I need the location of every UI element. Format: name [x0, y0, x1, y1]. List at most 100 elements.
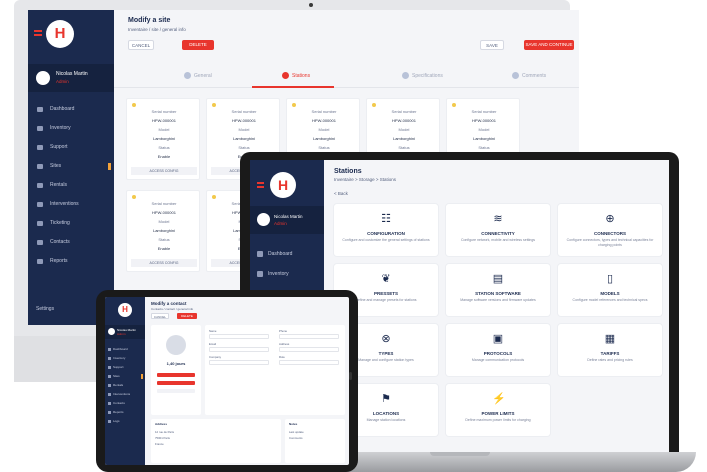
- desktop-sidebar: H Nicolas Martin Admin Dashboard Invento…: [28, 10, 114, 325]
- nav-item-inventory[interactable]: Inventory: [250, 264, 324, 284]
- tile-description: Manage communication protocols: [471, 358, 525, 362]
- step-label: Specifications: [412, 72, 443, 79]
- nav-item-inventory[interactable]: Inventory: [105, 354, 145, 363]
- settings-tile[interactable]: ⊕ CONNECTORS Configure connectors, types a…: [558, 204, 662, 256]
- user-name: Nicolas Martin: [274, 214, 303, 219]
- nav-item-support[interactable]: Support: [28, 138, 114, 157]
- station-card-field: Serial number: [311, 109, 337, 114]
- tile-icon: ▯: [606, 273, 614, 285]
- tile-description: Manage software versions and firmware up…: [460, 298, 536, 302]
- cancel-button[interactable]: CANCEL: [128, 40, 154, 50]
- profile-action-bar[interactable]: [157, 373, 195, 377]
- tile-icon: ⚑: [381, 393, 391, 405]
- nav-item-interventions[interactable]: Interventions: [105, 390, 145, 399]
- brand-logo[interactable]: H: [118, 303, 132, 317]
- laptop-main: Stations Inventaire > Storage > Stations…: [324, 160, 669, 455]
- nav-item-interventions[interactable]: Interventions: [28, 195, 114, 214]
- save-continue-button[interactable]: SAVE AND CONTINUE: [524, 40, 574, 50]
- breadcrumb[interactable]: Inventaire / site / general info: [128, 27, 186, 32]
- tile-title: POWER LIMITS: [481, 411, 515, 416]
- page-title: Stations: [334, 168, 362, 175]
- contact-form: Name Email Company Phone Address Role: [205, 325, 345, 415]
- tile-description: Configure network, mobile and wireless s…: [460, 238, 536, 242]
- brand-logo[interactable]: H: [270, 172, 296, 198]
- nav-item-reports[interactable]: Reports: [105, 408, 145, 417]
- breadcrumb[interactable]: Contacts / contact / general info: [151, 307, 193, 311]
- nav-item-inventory[interactable]: Inventory: [28, 119, 114, 138]
- menu-icon[interactable]: [257, 182, 264, 188]
- delete-button[interactable]: DELETE: [177, 313, 197, 319]
- settings-tile[interactable]: ▯ MODELS Configure model references and te…: [558, 264, 662, 316]
- nav-item-ticketing[interactable]: Ticketing: [28, 214, 114, 233]
- company-field[interactable]: [209, 360, 269, 365]
- station-card-field: Status: [158, 145, 170, 150]
- settings-tile[interactable]: ▣ PROTOCOLS Manage communication protocols: [446, 324, 550, 376]
- step-comments[interactable]: Comments: [512, 72, 546, 79]
- station-card-field: HPW-000001: [312, 118, 336, 123]
- form-label: Name: [209, 329, 217, 333]
- nav-item-settings[interactable]: Settings: [36, 306, 54, 312]
- profile-picture[interactable]: [166, 335, 186, 355]
- profile-action-bar[interactable]: [157, 389, 195, 393]
- station-card-action[interactable]: ACCESS CONFIG: [131, 259, 197, 267]
- email-field[interactable]: [209, 347, 269, 352]
- station-card-field: Model: [158, 219, 170, 224]
- user-card[interactable]: Nicolas Martin Admin: [28, 64, 114, 92]
- user-card[interactable]: Nicolas Martin Admin: [105, 325, 145, 339]
- station-card-action[interactable]: ACCESS CONFIG: [131, 167, 197, 175]
- nav-item-logs[interactable]: Logs: [105, 417, 145, 426]
- station-card-field: Status: [398, 145, 410, 150]
- step-dot-icon: [512, 72, 519, 79]
- panel-header: Notes: [289, 422, 298, 426]
- stepper: General Stations Specifications Comments: [114, 66, 579, 88]
- settings-tile[interactable]: ⚡ POWER LIMITS Define maximum power limits…: [446, 384, 550, 436]
- address-field[interactable]: [279, 347, 339, 352]
- nav-item-support[interactable]: Support: [105, 363, 145, 372]
- tile-description: Configure model references and technical…: [572, 298, 648, 302]
- station-card[interactable]: Serial number HPW-000001 Model Lamborghini S…: [126, 190, 200, 272]
- tile-title: CONNECTORS: [594, 231, 626, 236]
- menu-icon[interactable]: [34, 30, 42, 36]
- status-dot-icon: [132, 103, 136, 107]
- station-card-field: Serial number: [471, 109, 497, 114]
- station-card-field: Status: [238, 145, 250, 150]
- step-specifications[interactable]: Specifications: [402, 72, 443, 79]
- step-general[interactable]: General: [184, 72, 212, 79]
- station-card-field: Model: [238, 127, 250, 132]
- save-button[interactable]: SAVE: [480, 40, 504, 50]
- nav-item-dashboard[interactable]: Dashboard: [28, 100, 114, 119]
- settings-tile[interactable]: ▦ TARIFFS Define rates and pricing rules: [558, 324, 662, 376]
- nav-item-reports[interactable]: Reports: [28, 252, 114, 271]
- status-dot-icon: [292, 103, 296, 107]
- name-field[interactable]: [209, 334, 269, 339]
- nav-item-contacts[interactable]: Contacts: [105, 399, 145, 408]
- delete-button[interactable]: DELETE: [182, 40, 214, 50]
- settings-tile[interactable]: ▤ STATION SOFTWARE Manage software version…: [446, 264, 550, 316]
- nav-item-rentals[interactable]: Rentals: [28, 176, 114, 195]
- station-card[interactable]: Serial number HPW-000001 Model Lamborghini S…: [126, 98, 200, 180]
- nav-item-dashboard[interactable]: Dashboard: [250, 244, 324, 264]
- tile-title: PROTOCOLS: [483, 351, 513, 356]
- brand-logo[interactable]: H: [46, 20, 74, 48]
- nav-item-sites[interactable]: Sites: [28, 157, 114, 176]
- role-field[interactable]: [279, 360, 339, 365]
- step-stations[interactable]: Stations: [282, 72, 310, 79]
- nav-item-sites[interactable]: Sites: [105, 372, 145, 381]
- laptop-notch: [436, 152, 484, 160]
- user-card[interactable]: Nicolas Martin Admin: [250, 206, 324, 234]
- settings-tile[interactable]: ☷ CONFIGURATION Configure and customize th…: [334, 204, 438, 256]
- nav-item-rentals[interactable]: Rentals: [105, 381, 145, 390]
- status-dot-icon: [212, 195, 216, 199]
- station-card-field: Serial number: [151, 109, 177, 114]
- phone-field[interactable]: [279, 334, 339, 339]
- nav-item-dashboard[interactable]: Dashboard: [105, 345, 145, 354]
- cancel-button[interactable]: CANCEL: [151, 313, 169, 319]
- breadcrumb[interactable]: Inventaire > Storage > Stations: [334, 177, 396, 182]
- nav-item-contacts[interactable]: Contacts: [28, 233, 114, 252]
- tile-title: CONNECTIVITY: [481, 231, 515, 236]
- back-link[interactable]: < Back: [334, 191, 348, 196]
- mockup-stage: H Nicolas Martin Admin Dashboard Invento…: [0, 0, 707, 472]
- settings-tile[interactable]: ≋ CONNECTIVITY Configure network, mobile a…: [446, 204, 550, 256]
- profile-action-bar[interactable]: [157, 381, 195, 385]
- tablet-nav: Dashboard Inventory Support Sites Rental…: [105, 345, 145, 426]
